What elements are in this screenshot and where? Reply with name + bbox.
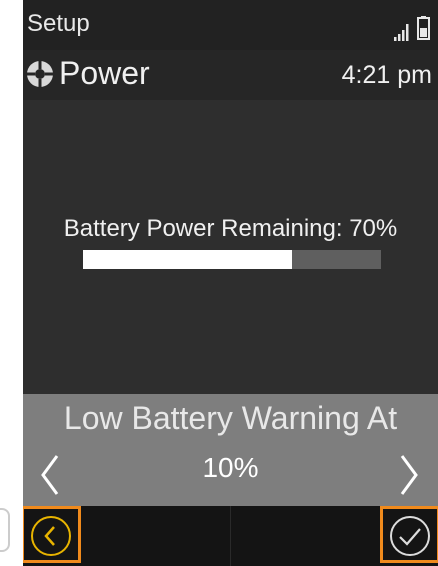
warning-value-selector: 10% xyxy=(23,442,438,506)
battery-icon xyxy=(417,16,430,40)
battery-section: Battery Power Remaining: 70% xyxy=(23,100,438,394)
clock: 4:21 pm xyxy=(341,61,432,89)
checkmark-circle-icon xyxy=(390,516,430,556)
chevron-left-icon[interactable] xyxy=(23,444,83,504)
power-icon xyxy=(27,61,53,87)
warning-title: Low Battery Warning At xyxy=(63,400,398,436)
softkey-bar xyxy=(23,506,438,566)
back-button[interactable] xyxy=(23,506,81,563)
confirm-button[interactable] xyxy=(380,506,438,563)
battery-level-bar xyxy=(83,250,381,269)
status-title: Setup xyxy=(27,10,90,37)
page-title: Power xyxy=(59,55,150,91)
warning-value: 10% xyxy=(202,452,259,483)
battery-remaining-label: Battery Power Remaining: 70% xyxy=(63,215,398,242)
status-bar: Setup xyxy=(23,0,438,50)
device-screen: Setup Power 4:21 pm Battery Power Remain… xyxy=(23,0,438,566)
signal-bars-icon xyxy=(394,24,409,41)
battery-level-fill xyxy=(83,250,292,269)
low-battery-warning-panel: Low Battery Warning At 10% xyxy=(23,394,438,506)
title-bar: Power 4:21 pm xyxy=(23,50,438,100)
chevron-right-icon[interactable] xyxy=(378,444,438,504)
adjacent-bezel-edge xyxy=(0,508,10,552)
back-circle-icon xyxy=(31,516,71,556)
softkey-divider xyxy=(230,506,231,566)
